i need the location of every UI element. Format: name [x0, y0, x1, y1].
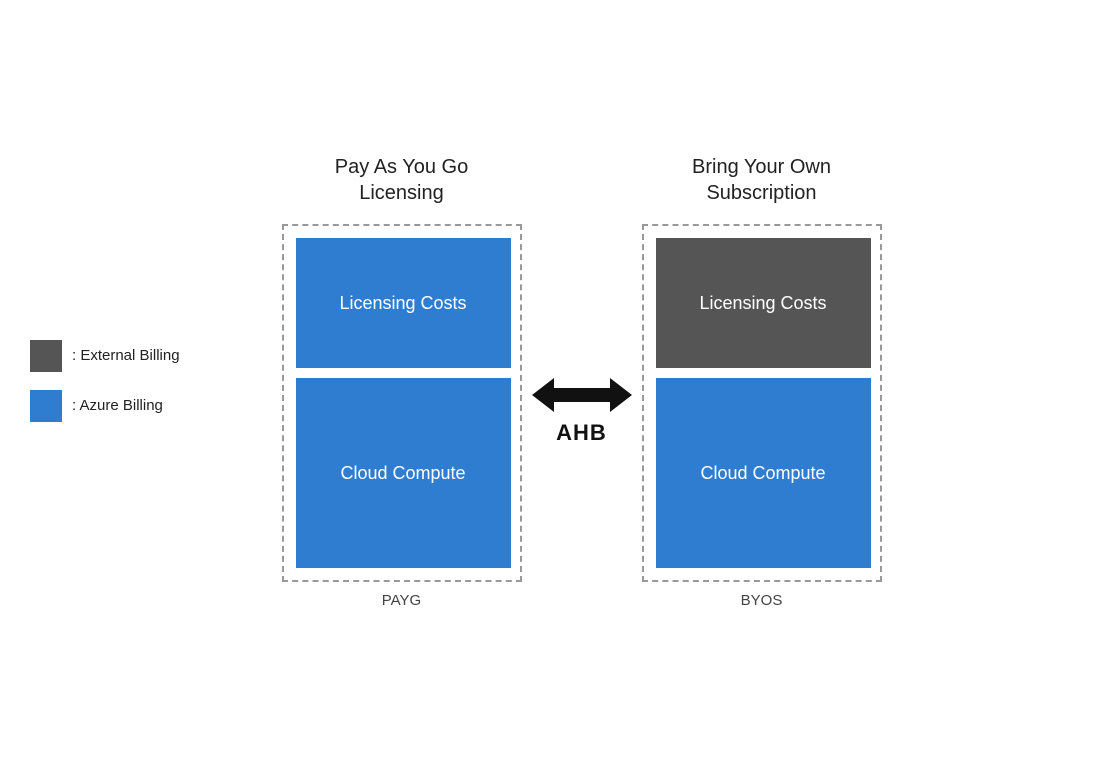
legend-item-azure: : Azure Billing [30, 390, 180, 422]
legend-box-azure [30, 390, 62, 422]
column-payg: Pay As You GoLicensing Licensing Costs C… [282, 152, 522, 609]
ahb-label: AHB [556, 420, 607, 446]
column-label-payg: PAYG [382, 592, 421, 609]
dashed-box-payg: Licensing Costs Cloud Compute [282, 224, 522, 582]
dashed-box-byos: Licensing Costs Cloud Compute [642, 224, 882, 582]
double-arrow-icon [532, 370, 632, 420]
legend-label-external: : External Billing [72, 347, 180, 364]
legend-label-azure: : Azure Billing [72, 397, 163, 414]
ahb-section: AHB [522, 370, 642, 446]
legend-item-external: : External Billing [30, 340, 180, 372]
column-byos: Bring Your OwnSubscription Licensing Cos… [642, 152, 882, 609]
legend-box-external [30, 340, 62, 372]
block-byos-compute: Cloud Compute [656, 378, 871, 568]
block-byos-licensing: Licensing Costs [656, 238, 871, 368]
block-payg-compute: Cloud Compute [296, 378, 511, 568]
legend: : External Billing : Azure Billing [30, 340, 180, 422]
block-payg-licensing: Licensing Costs [296, 238, 511, 368]
ahb-arrow: AHB [532, 370, 632, 446]
main-content: Pay As You GoLicensing Licensing Costs C… [282, 152, 882, 609]
column-title-byos: Bring Your OwnSubscription [692, 152, 831, 206]
column-title-payg: Pay As You GoLicensing [335, 152, 468, 206]
diagram-container: : External Billing : Azure Billing Pay A… [0, 0, 1103, 761]
column-label-byos: BYOS [741, 592, 783, 609]
